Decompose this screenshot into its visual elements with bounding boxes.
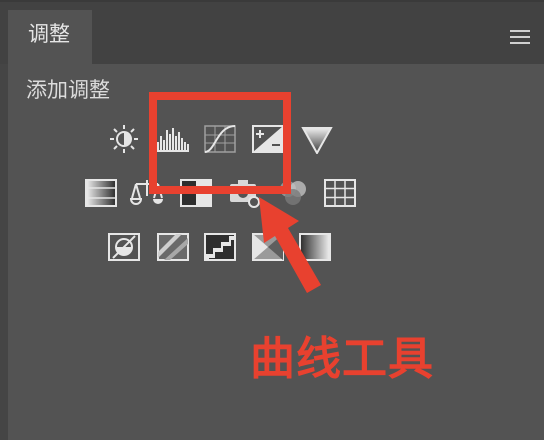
panel-tab-bar: 调整	[0, 0, 544, 66]
section-title: 添加调整	[26, 78, 110, 102]
invert-icon[interactable]	[107, 232, 141, 262]
posterize-icon[interactable]	[156, 232, 190, 262]
panel-left-edge	[0, 64, 8, 440]
red-arrow-icon	[259, 197, 321, 293]
panel-menu-icon[interactable]	[510, 30, 530, 44]
hue-saturation-icon[interactable]	[84, 178, 118, 208]
vibrance-icon[interactable]	[300, 124, 334, 154]
tab-adjustments-label: 调整	[28, 22, 70, 46]
tab-adjustments[interactable]: 调整	[8, 10, 92, 66]
threshold-icon[interactable]	[203, 232, 237, 262]
curves-highlight-box	[149, 92, 291, 194]
curves-tool-annotation: 曲线工具	[250, 332, 435, 385]
brightness-contrast-icon[interactable]	[107, 124, 141, 154]
adjustments-panel: 调整 添加调整 曲线工具	[0, 0, 544, 440]
